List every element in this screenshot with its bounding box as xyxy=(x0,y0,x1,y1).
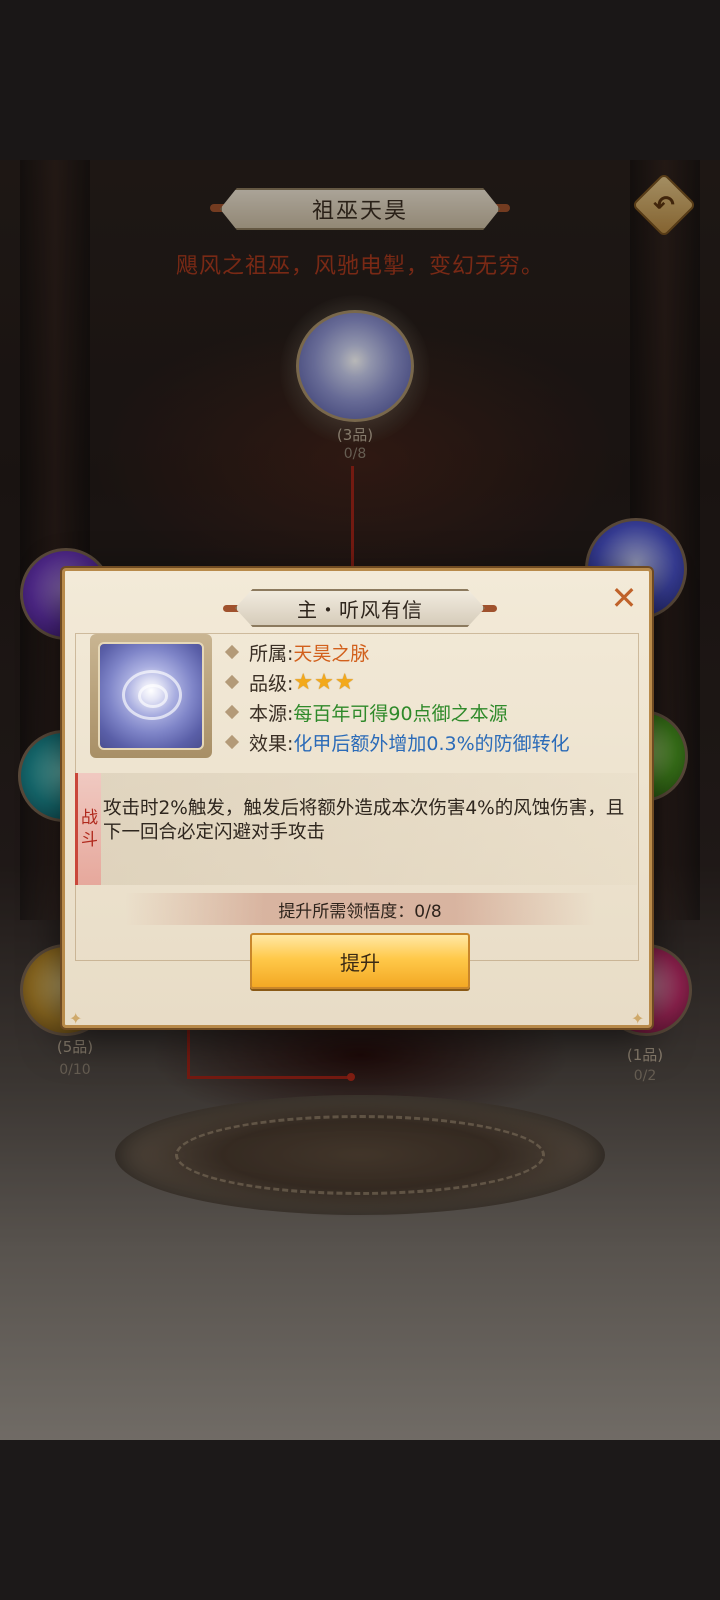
attr-source-key: 本源: xyxy=(249,702,294,725)
connector-line-bottom xyxy=(187,1076,351,1079)
attr-row-grade: 品级: ★★★ xyxy=(223,667,356,697)
wind-vortex-icon xyxy=(98,642,204,750)
connector-dot xyxy=(347,1073,355,1081)
attr-belong-value: 天昊之脉 xyxy=(293,642,370,665)
modal-title-plate: 主・听风有信 xyxy=(235,589,485,627)
upgrade-button-label: 提升 xyxy=(340,950,380,975)
modal-title: 主・听风有信 xyxy=(297,597,423,622)
page-title: 祖巫天昊 xyxy=(311,199,408,224)
attr-row-effect: 效果: 化甲后额外增加0.3%的防御转化 xyxy=(223,727,570,757)
diamond-bullet-icon xyxy=(224,704,240,720)
top-node-grade: (3品) xyxy=(336,426,374,444)
bottom-black-bar xyxy=(0,1440,720,1600)
attr-row-source: 本源: 每百年可得90点御之本源 xyxy=(223,697,508,727)
battle-tag-char-1: 战 xyxy=(81,808,98,828)
diamond-bullet-icon xyxy=(224,734,240,750)
attr-effect-value: 化甲后额外增加0.3%的防御转化 xyxy=(293,732,570,755)
upgrade-button[interactable]: 提升 xyxy=(250,933,470,989)
corner-ornament-icon: ✦ xyxy=(631,1009,645,1028)
top-black-bar xyxy=(0,0,720,160)
attr-source-value: 每百年可得90点御之本源 xyxy=(293,702,508,725)
star-icon: ★ xyxy=(314,669,334,695)
skill-detail-modal: 主・听风有信 ✕ 所属: 天昊之脉 品级: ★★★ 本源: 每百年可得90点御之… xyxy=(62,568,652,1028)
attr-belong-key: 所属: xyxy=(249,642,294,665)
right-node-progress: 0/2 xyxy=(633,1068,657,1084)
left-node-grade: (5品) xyxy=(56,1038,94,1056)
grade-stars: ★★★ xyxy=(293,670,355,695)
star-icon: ★ xyxy=(293,669,314,695)
requirement-bar: 提升所需领悟度：0/8 xyxy=(125,893,595,925)
star-icon: ★ xyxy=(334,669,355,695)
requirement-text: 提升所需领悟度：0/8 xyxy=(278,901,442,922)
left-node-progress: 0/10 xyxy=(59,1062,91,1078)
battle-tag: 战 斗 xyxy=(75,773,101,885)
skill-description: 攻击时2%触发，触发后将额外造成本次伤害4%的风蚀伤害，且下一回合必定闪避对手攻… xyxy=(103,798,625,843)
ritual-arena-ring xyxy=(175,1115,545,1195)
diamond-bullet-icon xyxy=(224,674,240,690)
page-subtitle: 飓风之祖巫，风驰电掣，变幻无穷。 xyxy=(175,254,544,279)
diamond-bullet-icon xyxy=(224,644,240,660)
close-icon[interactable]: ✕ xyxy=(607,581,641,615)
attr-grade-key: 品级: xyxy=(249,672,294,695)
right-node-grade: (1品) xyxy=(626,1046,664,1064)
attr-effect-key: 效果: xyxy=(249,732,294,755)
connector-line-vertical xyxy=(351,466,354,576)
corner-ornament-icon: ✦ xyxy=(69,1009,83,1028)
battle-tag-char-2: 斗 xyxy=(81,830,98,850)
vortex-swirl-inner xyxy=(138,684,168,708)
top-skill-orb[interactable] xyxy=(296,310,414,422)
page-title-plate: 祖巫天昊 xyxy=(220,188,500,230)
skill-icon-frame xyxy=(90,634,212,758)
back-arrow-icon[interactable]: ↶ xyxy=(646,188,682,224)
attr-row-belong: 所属: 天昊之脉 xyxy=(223,637,369,667)
top-node-progress: 0/8 xyxy=(343,446,367,462)
